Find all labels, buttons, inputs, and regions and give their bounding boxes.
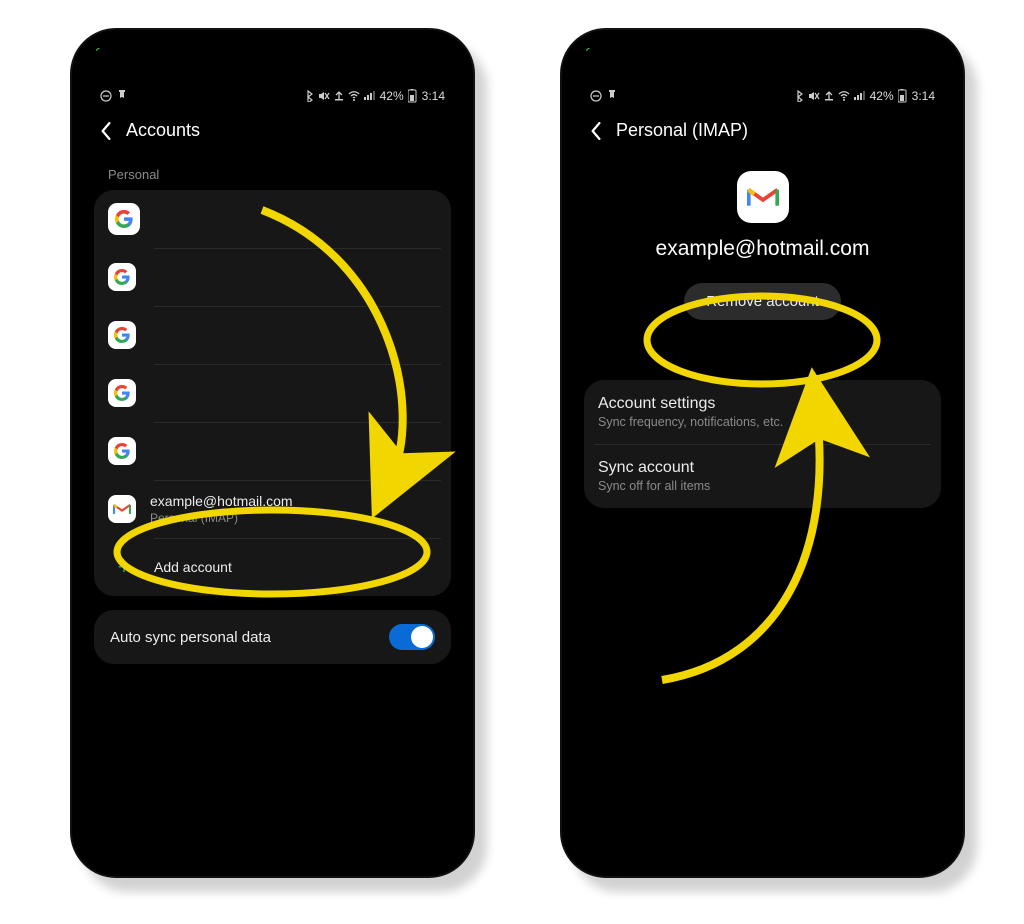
sync-account-sub: Sync off for all items [598,479,710,493]
signal-icon [364,90,376,102]
google-icon [108,203,140,235]
clock-text: 3:14 [912,89,935,103]
account-settings-sub: Sync frequency, notifications, etc. [598,415,783,429]
wifi-icon [348,90,360,102]
remove-account-button[interactable]: Remove account [684,283,841,320]
account-settings-row[interactable]: Account settings Sync frequency, notific… [584,380,941,444]
auto-sync-toggle[interactable] [389,624,435,650]
wifi-icon [838,90,850,102]
account-options-card: Account settings Sync frequency, notific… [584,380,941,508]
header: Personal (IMAP) [584,110,941,161]
battery-text: 42% [380,89,404,103]
accounts-card: example@hotmail.com Personal (IMAP) + Ad… [94,190,451,596]
add-account-row[interactable]: + Add account [94,538,451,596]
google-icon [108,263,136,291]
account-summary: example@hotmail.com Remove account [584,161,941,344]
auto-sync-label: Auto sync personal data [110,629,271,646]
account-row-google-5[interactable] [94,422,451,480]
music-icon [116,90,126,102]
account-row-imap[interactable]: example@hotmail.com Personal (IMAP) [94,480,451,538]
upload-icon [824,90,834,102]
account-email: example@hotmail.com [584,237,941,261]
account-email: example@hotmail.com [150,493,293,509]
gmail-icon [737,171,789,223]
plus-icon: + [108,554,140,580]
phone-right: 42% 3:14 Personal (IMAP) example@hotmail… [560,28,965,878]
page-title: Accounts [126,120,200,141]
mute-icon [808,90,820,102]
signal-icon [854,90,866,102]
battery-icon [408,89,418,103]
back-icon[interactable] [100,122,112,140]
account-row-google-3[interactable] [94,306,451,364]
upload-icon [334,90,344,102]
account-row-google-2[interactable] [94,248,451,306]
bluetooth-icon [304,90,314,102]
account-row-google-4[interactable] [94,364,451,422]
battery-icon [898,89,908,103]
dnd-icon [100,90,112,102]
account-row-google-1[interactable] [94,190,451,248]
page-title: Personal (IMAP) [616,120,748,141]
phone-left: 42% 3:14 Accounts Personal [70,28,475,878]
google-icon [108,379,136,407]
header: Accounts [94,110,451,161]
add-account-label: Add account [154,559,232,575]
google-icon [108,437,136,465]
mute-icon [318,90,330,102]
music-icon [606,90,616,102]
clock-text: 3:14 [422,89,445,103]
screen-account-detail: 42% 3:14 Personal (IMAP) example@hotmail… [574,82,951,864]
sync-account-row[interactable]: Sync account Sync off for all items [584,444,941,508]
back-icon[interactable] [590,122,602,140]
status-bar: 42% 3:14 [584,82,941,110]
gmail-icon [108,495,136,523]
google-icon [108,321,136,349]
bluetooth-icon [794,90,804,102]
sync-account-title: Sync account [598,459,710,477]
account-type: Personal (IMAP) [150,511,293,525]
dnd-icon [590,90,602,102]
status-bar: 42% 3:14 [94,82,451,110]
screen-accounts: 42% 3:14 Accounts Personal [84,82,461,864]
section-label: Personal [94,161,451,190]
battery-text: 42% [870,89,894,103]
account-settings-title: Account settings [598,395,783,413]
auto-sync-row[interactable]: Auto sync personal data [94,610,451,664]
